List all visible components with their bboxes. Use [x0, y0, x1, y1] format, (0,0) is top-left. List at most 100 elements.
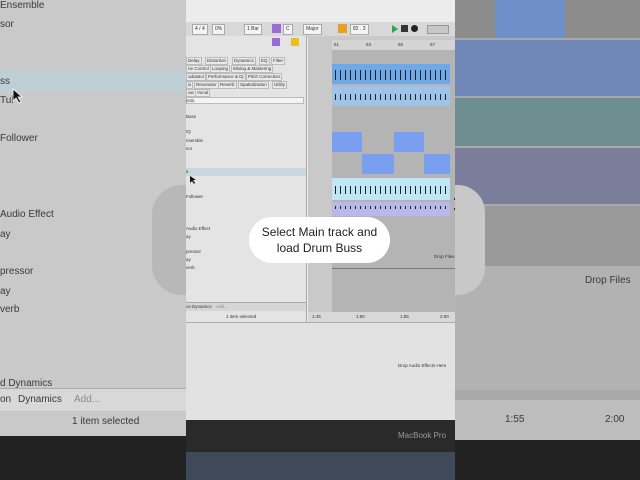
midi-note-mark [415, 94, 416, 100]
right-time-label: 2:00 [605, 414, 625, 425]
zoom-value[interactable]: 0% [212, 24, 226, 35]
midi-note-mark [430, 186, 431, 194]
browser-filter-icon[interactable] [272, 38, 280, 46]
left-item-2: ss [0, 76, 10, 87]
midi-clip[interactable] [362, 154, 394, 174]
browser-item[interactable]: sor [186, 146, 192, 151]
midi-note-mark [385, 94, 386, 100]
midi-note-mark [355, 186, 356, 194]
browser-item[interactable]: Bass [186, 114, 196, 119]
time-label: 1:45 [312, 314, 321, 319]
midi-clip[interactable] [394, 132, 424, 152]
tag-utility[interactable]: Utility [272, 81, 287, 89]
time-ruler[interactable]: 1:45 1:50 1:55 2:00 [308, 312, 455, 322]
left-tab-0[interactable]: on [0, 394, 11, 405]
tag-modulator[interactable]: odulator [186, 73, 207, 81]
record-icon[interactable] [411, 25, 418, 32]
midi-note-mark [380, 70, 381, 80]
tag-pitch-correction[interactable]: Pitch Correction [246, 73, 283, 81]
tag-mixing-mastering[interactable]: Mixing & Mastering [231, 65, 274, 73]
midi-clip[interactable] [332, 132, 362, 152]
left-tab-2[interactable]: Add... [74, 394, 100, 405]
browser-expand-icon[interactable] [291, 38, 299, 46]
browser-item-selected[interactable]: s [186, 168, 306, 176]
tag-filter[interactable]: Filter [271, 57, 285, 65]
audio-effects-browser: Delay Distortion Dynamics EQ Filter ne C… [186, 36, 307, 322]
tag-reverb[interactable]: Reverb [218, 81, 237, 89]
midi-note-mark [390, 186, 391, 194]
left-item-4: Follower [0, 133, 38, 144]
right-time-label: 1:55 [505, 414, 525, 425]
browser-item[interactable]: ay [186, 257, 191, 262]
midi-note-mark [350, 70, 351, 80]
browser-item[interactable]: ordL [186, 98, 195, 103]
selected-row-highlight [0, 70, 186, 92]
browser-item[interactable]: Follower [186, 194, 203, 199]
tag-eq[interactable]: EQ [259, 57, 270, 65]
tag-dynamics[interactable]: Dynamics [232, 57, 256, 65]
drop-audio-effects-text: Drop Audio Effects Here [398, 363, 447, 368]
midi-note-mark [340, 70, 341, 80]
browser-item[interactable]: pressor [186, 249, 201, 254]
tag-delay[interactable]: Delay [186, 57, 202, 65]
metronome-icon[interactable] [338, 24, 347, 33]
browser-tab-0[interactable]: on [186, 304, 191, 309]
midi-note-mark [415, 70, 416, 80]
tag-looping[interactable]: Looping [210, 65, 231, 73]
browser-tab-2[interactable]: Add... [216, 304, 228, 309]
bar-number: 65 [398, 42, 404, 47]
browser-item[interactable]: ay [186, 234, 191, 239]
midi-note-mark [440, 70, 441, 80]
midi-note-mark [425, 186, 426, 194]
tag-distortion[interactable]: Distortion [205, 57, 229, 65]
timeline-ruler[interactable]: 61 63 65 67 [332, 40, 455, 50]
midi-clip[interactable] [332, 202, 450, 216]
left-tab-1[interactable]: Dynamics [18, 394, 62, 405]
midi-note-mark [345, 206, 346, 209]
tag-performance[interactable]: Performance & Dj [206, 73, 246, 81]
song-position[interactable]: 82 . 3 [350, 24, 369, 35]
midi-note-mark [350, 94, 351, 100]
time-label: 1:50 [356, 314, 365, 319]
time-signature[interactable]: 4 / 4 [192, 24, 208, 35]
midi-note-mark [410, 70, 411, 80]
laptop-bezel: MacBook Pro [186, 420, 455, 480]
tag-mix[interactable]: ix [186, 81, 194, 89]
midi-note-mark [420, 94, 421, 100]
midi-note-mark [445, 206, 446, 209]
tag-vocal[interactable]: Vocal [195, 89, 211, 97]
mouse-cursor-icon [190, 176, 196, 184]
right-caption-blur [455, 185, 485, 295]
capture-icon[interactable] [427, 25, 449, 34]
browser-tab-1[interactable]: Dynamics [192, 304, 212, 309]
bar-number: 61 [334, 42, 340, 47]
browser-item[interactable]: verb [186, 265, 195, 270]
midi-note-mark [365, 186, 366, 194]
tag-control[interactable]: ne Control [186, 65, 211, 73]
bar-number: 67 [430, 42, 436, 47]
browser-item[interactable]: nsemble [186, 138, 203, 143]
tag-resonator[interactable]: Resonator [194, 81, 219, 89]
key-mode-select[interactable]: Major [303, 24, 322, 35]
midi-note-mark [430, 70, 431, 80]
browser-item[interactable]: Audio Effect [186, 226, 210, 231]
midi-note-mark [390, 206, 391, 209]
tag-spatialization[interactable]: Spatialization [238, 81, 269, 89]
scale-mode-icon[interactable] [272, 24, 281, 33]
quantize-select[interactable]: 1 Bar [244, 24, 262, 35]
midi-note-mark [345, 94, 346, 100]
drop-files-text: Drop Files [434, 254, 455, 259]
key-root-select[interactable]: C [283, 24, 293, 35]
midi-note-mark [410, 186, 411, 194]
browser-item[interactable]: IQ [186, 129, 191, 134]
play-icon[interactable] [391, 25, 399, 33]
daw-screen: 4 / 4 0% 1 Bar C Major 82 . 3 Delay Dist… [186, 0, 455, 420]
stop-icon[interactable] [401, 25, 408, 32]
right-time-ruler: 1:55 2:00 [455, 400, 640, 440]
midi-note-mark [445, 94, 446, 100]
browser-tabs-bar: on Dynamics Add... [186, 302, 306, 311]
midi-note-mark [420, 186, 421, 194]
midi-note-mark [335, 70, 336, 80]
browser-search-field[interactable] [186, 97, 304, 104]
midi-clip[interactable] [424, 154, 450, 174]
